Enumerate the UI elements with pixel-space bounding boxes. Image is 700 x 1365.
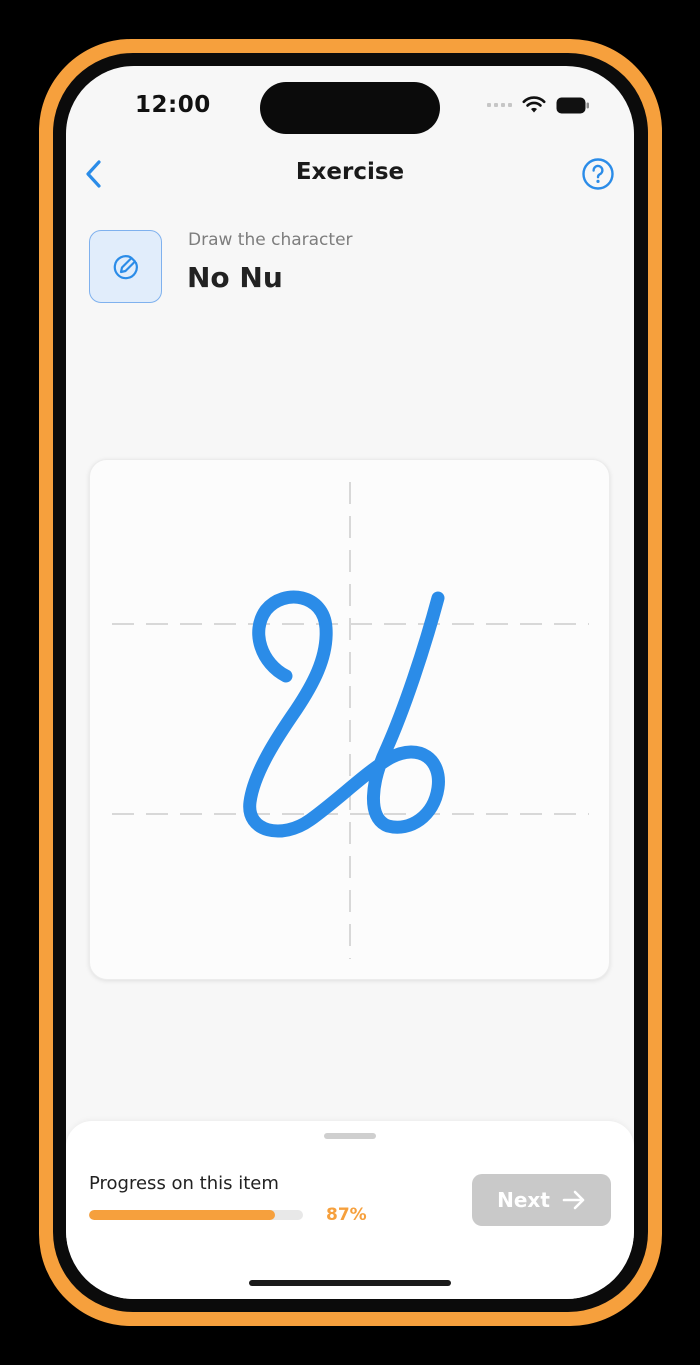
sheet-grabber[interactable] bbox=[324, 1133, 376, 1139]
prompt-title: No Nu bbox=[187, 261, 283, 294]
arrow-right-icon bbox=[562, 1190, 585, 1210]
home-indicator bbox=[249, 1280, 451, 1286]
question-circle-icon bbox=[582, 158, 614, 190]
progress-bar-fill bbox=[89, 1210, 276, 1220]
wifi-icon bbox=[522, 96, 546, 113]
status-icons bbox=[487, 96, 590, 114]
progress-bar bbox=[89, 1210, 303, 1220]
app-screen: 12:00 Exercise Draw the character No Nu … bbox=[66, 66, 634, 1299]
help-button[interactable] bbox=[582, 158, 614, 190]
character-stroke bbox=[243, 590, 445, 838]
drawing-surface bbox=[112, 482, 589, 959]
prompt-icon-box bbox=[89, 230, 162, 303]
pencil-circle-icon bbox=[113, 254, 138, 279]
progress-label: Progress on this item bbox=[89, 1173, 279, 1194]
prompt-subtitle: Draw the character bbox=[188, 230, 353, 250]
status-time: 12:00 bbox=[135, 92, 211, 118]
bottom-sheet: Progress on this item 87% Next bbox=[66, 1121, 634, 1299]
drawing-canvas[interactable] bbox=[89, 459, 610, 980]
next-button-label: Next bbox=[497, 1188, 550, 1212]
battery-icon bbox=[556, 97, 589, 113]
cellular-signal-icon bbox=[487, 103, 512, 107]
dynamic-island bbox=[260, 82, 440, 134]
next-button[interactable]: Next bbox=[472, 1174, 611, 1226]
progress-percent: 87% bbox=[326, 1205, 367, 1225]
page-title: Exercise bbox=[295, 159, 405, 185]
